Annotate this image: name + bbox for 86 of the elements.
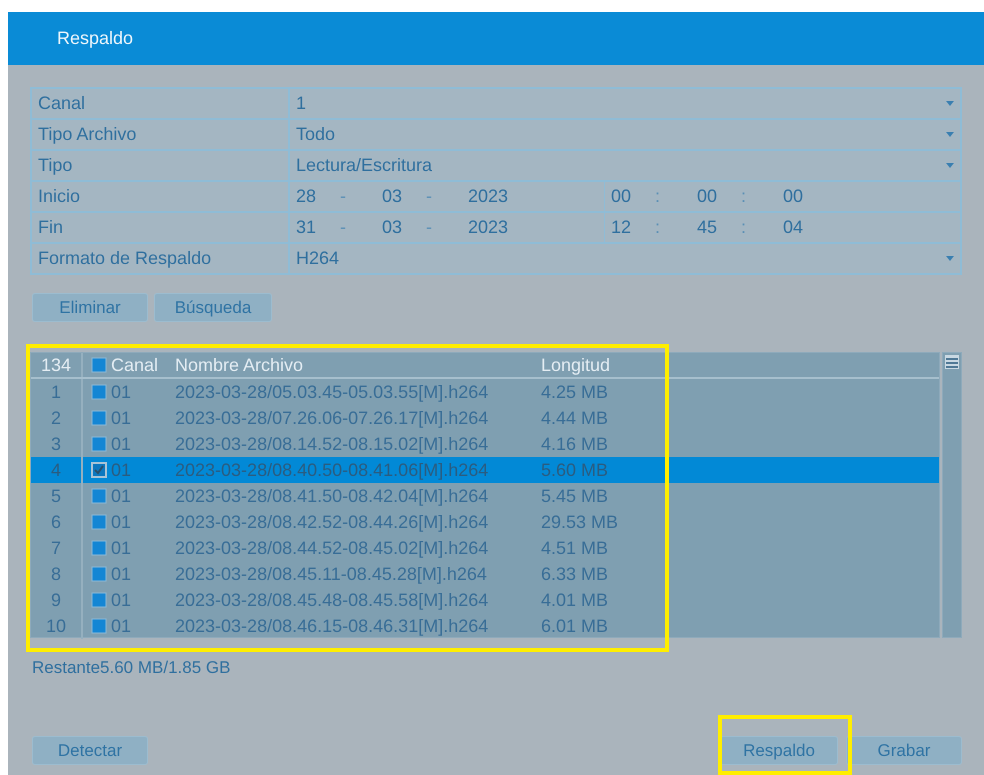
window-title: Respaldo [57,28,134,49]
remaining-space: Restante5.60 MB/1.85 GB [32,658,232,678]
table-cell-text: 01 [111,434,132,454]
search-button[interactable]: Búsqueda [154,293,272,322]
table-cell-text: 2023-03-28/08.40.50-08.41.06[M].h264 [175,460,490,480]
row-number: 1 [31,379,83,405]
table-cell-text: 01 [111,616,132,636]
table-cell-text: 2023-03-28/08.41.50-08.42.04[M].h264 [175,486,490,506]
column-header[interactable]: Canal [111,354,175,376]
table-cell-text: 4.44 MB [541,408,610,428]
selected-row[interactable]: 4 01 2023-03-28/08.40.50-08.41.06[M].h264 5.60 MB [31,457,939,483]
field-label: Tipo [31,150,289,181]
table-cell-text: 2023-03-28/08.45.48-08.45.58[M].h264 [175,590,490,610]
file-row[interactable]: 6 01 2023-03-28/08.42.52-08.44.26[M].h264 29.53 MB [31,509,939,535]
checkbox[interactable] [91,357,107,373]
caret-icon [946,132,954,137]
table-cell-text: 4.25 MB [541,382,610,402]
table-cell-text: 01 [111,512,132,532]
column-header[interactable]: Longitud [541,354,939,376]
table-cell-text: 01 [111,408,132,428]
detect-button[interactable]: Detectar [32,736,148,765]
checkbox[interactable] [91,618,107,634]
checkbox[interactable] [91,540,107,556]
file-row[interactable]: 5 01 2023-03-28/08.41.50-08.42.04[M].h264 5.45 MB [31,483,939,509]
file-count: 134 [31,353,83,377]
table-cell-text: 2023-03-28/05.03.45-05.03.55[M].h264 [175,382,490,402]
row-number: 4 [31,457,83,483]
field-label: Fin [31,212,289,243]
field-label: Canal [31,88,289,119]
row-number: 6 [31,509,83,535]
field-label: Tipo Archivo [31,119,289,150]
file-row[interactable]: 2 01 2023-03-28/07.26.06-07.26.17[M].h264 4.44 MB [31,405,939,431]
table-cell-text: 2023-03-28/08.42.52-08.44.26[M].h264 [175,512,490,532]
file-row[interactable]: 9 01 2023-03-28/08.45.48-08.45.58[M].h264 4.01 MB [31,587,939,613]
file-row[interactable]: 7 01 2023-03-28/08.44.52-08.45.02[M].h264 4.51 MB [31,535,939,561]
table-cell-text: 01 [111,486,132,506]
table-cell-text: 01 [111,590,132,610]
table-cell-text: 2023-03-28/08.44.52-08.45.02[M].h264 [175,538,490,558]
delete-button[interactable]: Eliminar [32,293,148,322]
caret-icon [946,163,954,168]
file-row[interactable]: 8 01 2023-03-28/08.45.11-08.45.28[M].h264 6.33 MB [31,561,939,587]
table-cell-text: 01 [111,538,132,558]
field-label: Formato de Respaldo [31,243,289,274]
scrollbar[interactable] [942,352,962,638]
table-cell-text: 2023-03-28/07.26.06-07.26.17[M].h264 [175,408,490,428]
field-label: Inicio [31,181,289,212]
checkbox[interactable] [91,462,107,478]
row-number: 5 [31,483,83,509]
checkbox[interactable] [91,436,107,452]
checkbox[interactable] [91,514,107,530]
row-number: 2 [31,405,83,431]
table-cell-text: 4.51 MB [541,538,610,558]
table-cell-text: 29.53 MB [541,512,620,532]
table-cell-text: 4.01 MB [541,590,610,610]
caret-icon [946,256,954,261]
caret-icon [946,101,954,106]
dropdown[interactable]: Lectura/Escritura [289,150,961,181]
table-cell-text: 01 [111,460,132,480]
row-number: 7 [31,535,83,561]
dropdown[interactable]: 1 [289,88,961,119]
backup-button[interactable]: Respaldo [720,736,838,765]
file-row[interactable]: 10 01 2023-03-28/08.46.15-08.46.31[M].h264 6.01 MB [31,613,939,639]
checkbox[interactable] [91,384,107,400]
checkbox[interactable] [91,592,107,608]
table-cell-text: 2023-03-28/08.45.11-08.45.28[M].h264 [175,564,488,584]
row-number: 9 [31,587,83,613]
row-number: 10 [31,613,83,639]
scroll-thumb[interactable] [944,354,960,370]
table-cell-text: 01 [111,382,132,402]
table-cell-text: 2023-03-28/08.46.15-08.46.31[M].h264 [175,616,490,636]
checkbox[interactable] [91,488,107,504]
table-cell-text: 4.16 MB [541,434,610,454]
column-header[interactable]: Nombre Archivo [175,354,541,376]
checkbox[interactable] [91,566,107,582]
checkbox[interactable] [91,410,107,426]
dropdown[interactable]: Todo [289,119,961,150]
table-cell-text: 6.01 MB [541,616,610,636]
table-cell-text: 5.45 MB [541,486,610,506]
table-cell-text: 2023-03-28/08.14.52-08.15.02[M].h264 [175,434,490,454]
table-cell-text: 6.33 MB [541,564,610,584]
record-button[interactable]: Grabar [846,736,962,765]
file-row[interactable]: 1 01 2023-03-28/05.03.45-05.03.55[M].h264 4.25 MB [31,379,939,405]
table-cell-text: 01 [111,564,132,584]
table-cell-text: 5.60 MB [541,460,610,480]
dropdown[interactable]: H264 [289,243,961,274]
row-number: 8 [31,561,83,587]
